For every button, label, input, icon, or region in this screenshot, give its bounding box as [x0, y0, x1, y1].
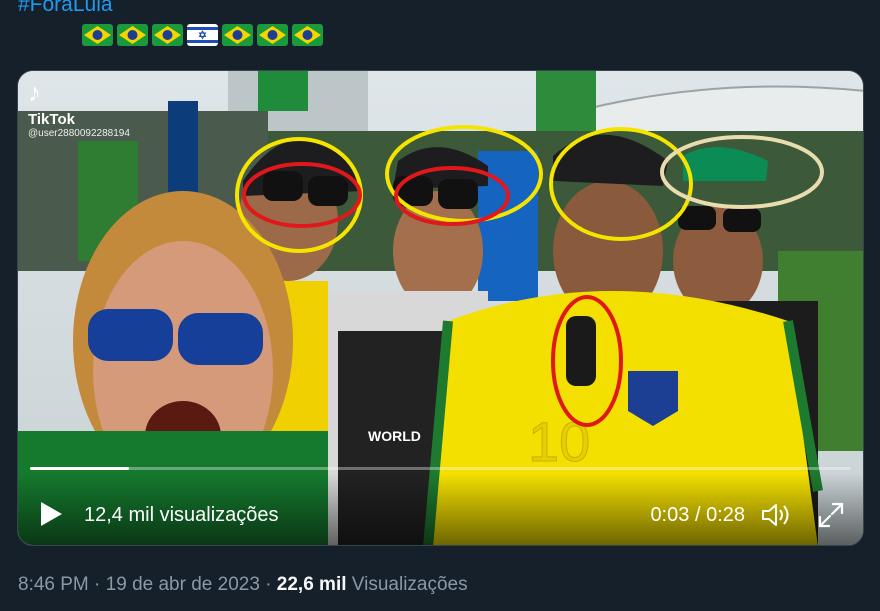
tiktok-username: @user2880092288194 — [28, 128, 130, 139]
svg-text:10: 10 — [528, 410, 590, 473]
brazil-flag-icon — [222, 24, 253, 46]
duration: 0:28 — [706, 504, 745, 526]
brazil-flag-icon — [257, 24, 288, 46]
time-separator: / — [694, 504, 701, 526]
views-count: 22,6 mil — [276, 574, 347, 595]
svg-text:WORLD: WORLD — [368, 428, 421, 444]
fullscreen-icon — [818, 502, 844, 528]
video-progress-fill — [30, 467, 129, 470]
flag-emoji-row — [82, 24, 323, 46]
video-progress-bar[interactable] — [30, 467, 851, 470]
fullscreen-button[interactable] — [817, 501, 845, 529]
tweet-metadata: 8:46 PM · 19 de abr de 2023 · 22,6 mil V… — [18, 574, 468, 596]
video-views-label: 12,4 mil visualizações — [84, 504, 279, 526]
volume-button[interactable] — [761, 501, 793, 529]
video-time: 0:03 / 0:28 — [650, 504, 745, 527]
meta-separator: · — [94, 574, 101, 595]
hashtag-link[interactable]: #ForaLula — [18, 0, 113, 17]
current-time: 0:03 — [650, 504, 690, 526]
tiktok-watermark: ♪ TikTok @user2880092288194 — [28, 77, 130, 139]
video-player[interactable]: WORLD 10 ♪ TikTok @user2880092288194 12,… — [17, 70, 864, 546]
tiktok-brand-label: TikTok — [28, 111, 75, 128]
meta-separator: · — [265, 574, 272, 595]
brazil-flag-icon — [117, 24, 148, 46]
tweet-time[interactable]: 8:46 PM — [18, 574, 89, 595]
play-button[interactable] — [38, 501, 64, 527]
israel-flag-icon — [187, 24, 218, 46]
brazil-flag-icon — [292, 24, 323, 46]
tweet-date[interactable]: 19 de abr de 2023 — [106, 574, 260, 595]
brazil-flag-icon — [82, 24, 113, 46]
play-icon — [41, 502, 62, 526]
volume-icon — [762, 504, 789, 526]
brazil-flag-icon — [152, 24, 183, 46]
tiktok-logo-icon: ♪ — [28, 77, 41, 107]
video-controls: 12,4 mil visualizações 0:03 / 0:28 — [18, 473, 863, 545]
views-word: Visualizações — [351, 574, 468, 595]
